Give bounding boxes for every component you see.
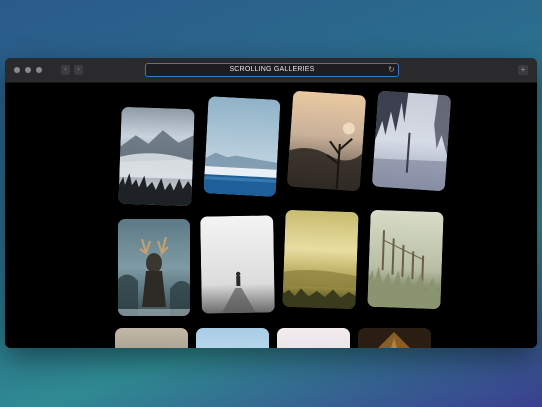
chevron-right-icon: › [77,66,80,73]
gallery-image-frozen-lake[interactable] [203,96,281,197]
gallery-image-cloudy-sky[interactable] [115,328,188,348]
gallery-image-amber-forest[interactable] [358,328,431,348]
address-bar[interactable]: SCROLLING GALLERIES ↻ [145,63,399,77]
gallery-viewport[interactable] [5,83,537,348]
chevron-left-icon: ‹ [64,66,67,73]
gallery-image-lone-figure[interactable] [200,215,275,314]
new-tab-button[interactable]: + [518,65,528,75]
reload-icon[interactable]: ↻ [388,64,395,76]
gallery-image-golden-field[interactable] [282,209,359,310]
gallery-image-pink-haze[interactable] [277,328,350,348]
close-window-button[interactable] [14,67,20,73]
title-bar: ‹ › SCROLLING GALLERIES ↻ + [5,58,537,83]
forward-button[interactable]: › [74,65,83,75]
plus-icon: + [520,65,526,74]
gallery-image-misty-forest-lake[interactable] [371,90,452,192]
gallery-image-blue-sky[interactable] [196,328,269,348]
page-title: SCROLLING GALLERIES [229,66,315,73]
minimize-window-button[interactable] [25,67,31,73]
gallery-image-frosted-grass[interactable] [367,209,444,310]
gallery-image-foggy-sunrise[interactable] [286,90,367,192]
gallery-image-stag[interactable] [118,219,190,316]
back-button[interactable]: ‹ [61,65,70,75]
maximize-window-button[interactable] [36,67,42,73]
gallery-image-misty-mountains[interactable] [118,106,195,207]
browser-window: ‹ › SCROLLING GALLERIES ↻ + [5,58,537,348]
